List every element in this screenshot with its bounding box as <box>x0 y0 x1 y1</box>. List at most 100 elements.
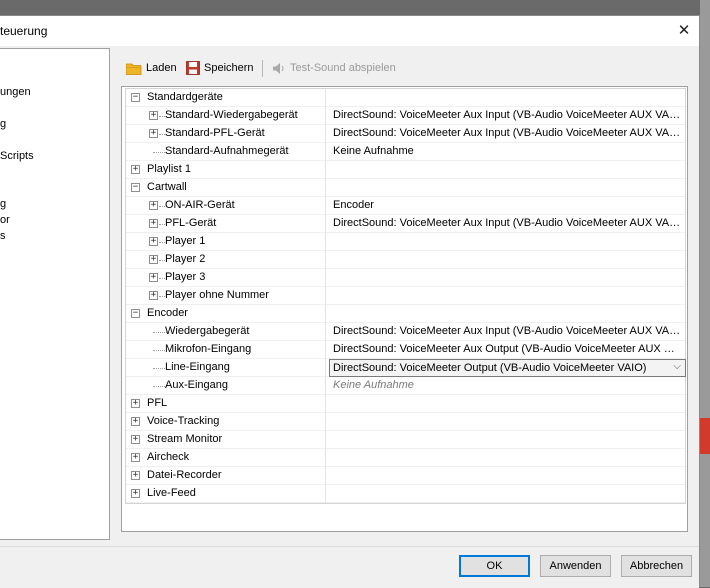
folder-icon <box>126 63 142 75</box>
tree-row-value[interactable]: DirectSound: VoiceMeeter Aux Input (VB-A… <box>333 109 681 121</box>
tree-row[interactable]: Wiedergabegerät DirectSound: VoiceMeeter … <box>126 323 685 341</box>
tree-row-label: Datei-Recorder <box>147 469 222 481</box>
expand-icon[interactable]: + <box>149 129 158 138</box>
tree-row-label: Playlist 1 <box>147 163 192 175</box>
tree-row-label: Player 1 <box>165 235 206 247</box>
tree-row[interactable]: + Player 2 <box>126 251 685 269</box>
column-divider <box>325 107 326 125</box>
tree-row-label: Player ohne Nummer <box>165 289 269 301</box>
expand-icon[interactable]: + <box>149 219 158 228</box>
tree-row-value[interactable]: DirectSound: VoiceMeeter Aux Input (VB-A… <box>333 325 681 337</box>
tree-row[interactable]: + Playlist 1 <box>126 161 685 179</box>
column-divider <box>325 359 326 377</box>
column-divider <box>325 467 326 485</box>
tree-row[interactable]: + Standard-Wiedergabegerät DirectSound: Vo… <box>126 107 685 125</box>
sidebar-item-6[interactable]: s <box>0 230 6 242</box>
column-divider <box>325 341 326 359</box>
tree-row-value[interactable]: DirectSound: VoiceMeeter Aux Input (VB-A… <box>333 217 681 229</box>
expand-icon[interactable]: + <box>149 291 158 300</box>
device-select[interactable]: DirectSound: VoiceMeeter Output (VB-Audi… <box>329 359 686 377</box>
tree-row[interactable]: + Player ohne Nummer <box>126 287 685 305</box>
sidebar-item-2[interactable]: g <box>0 118 6 130</box>
column-divider <box>325 125 326 143</box>
tree-row-label: Player 2 <box>165 253 206 265</box>
expand-icon[interactable]: + <box>131 471 140 480</box>
floppy-disk-icon <box>186 61 200 75</box>
column-divider <box>325 233 326 251</box>
tree-row[interactable]: Aux-Eingang Keine Aufnahme <box>126 377 685 395</box>
tree-row[interactable]: − Standardgeräte <box>126 89 685 107</box>
tree-row-label: Live-Feed <box>147 487 196 499</box>
device-select-value: DirectSound: VoiceMeeter Output (VB-Audi… <box>333 362 647 374</box>
apply-button[interactable]: Anwenden <box>540 555 611 577</box>
tree-row[interactable]: + Live-Feed <box>126 485 685 503</box>
tree-row-label: Standardgeräte <box>147 91 223 103</box>
collapse-icon[interactable]: − <box>131 93 140 102</box>
test-sound-button[interactable]: Test-Sound abspielen <box>272 58 396 78</box>
column-divider <box>325 161 326 179</box>
sidebar-item-5[interactable]: or <box>0 214 10 226</box>
tree-row-label: PFL <box>147 397 168 409</box>
collapse-icon[interactable]: − <box>131 183 140 192</box>
dialog-button-bar: OK Anwenden Abbrechen <box>0 546 699 588</box>
tree-row-value[interactable]: DirectSound: VoiceMeeter Aux Output (VB-… <box>333 343 681 355</box>
column-divider <box>325 413 326 431</box>
tree-row[interactable]: − Cartwall <box>126 179 685 197</box>
close-icon[interactable]: ✕ <box>673 20 695 42</box>
expand-icon[interactable]: + <box>131 489 140 498</box>
tree-row-value[interactable]: Encoder <box>333 199 681 211</box>
window-title: teuerung <box>0 24 48 38</box>
load-button[interactable]: Laden <box>126 58 177 78</box>
tree-row-label: Standard-Wiedergabegerät <box>165 109 298 121</box>
tree-row[interactable]: + PFL <box>126 395 685 413</box>
expand-icon[interactable]: + <box>131 435 140 444</box>
tree-row[interactable]: Mikrofon-Eingang DirectSound: VoiceMeeter… <box>126 341 685 359</box>
tree-row-label: ON-AIR-Gerät <box>165 199 235 211</box>
tree-row-label: Standard-PFL-Gerät <box>165 127 265 139</box>
sidebar-item-1[interactable]: ungen <box>0 86 31 98</box>
tree-row[interactable]: + Aircheck <box>126 449 685 467</box>
tree-row[interactable]: + ON-AIR-Gerät Encoder <box>126 197 685 215</box>
tree-row[interactable]: + Standard-PFL-Gerät DirectSound: VoiceMee… <box>126 125 685 143</box>
save-button[interactable]: Speichern <box>186 58 254 78</box>
expand-icon[interactable]: + <box>131 165 140 174</box>
expand-icon[interactable]: + <box>149 273 158 282</box>
tree-row-label: Mikrofon-Eingang <box>165 343 252 355</box>
property-tree: − Standardgeräte + Standard-Wiedergabegerät… <box>125 88 686 504</box>
column-divider <box>325 179 326 197</box>
tree-row[interactable]: + Datei-Recorder <box>126 467 685 485</box>
column-divider <box>325 197 326 215</box>
cancel-button[interactable]: Abbrechen <box>621 555 692 577</box>
tree-row[interactable]: + Stream Monitor <box>126 431 685 449</box>
expand-icon[interactable]: + <box>149 255 158 264</box>
sidebar-item-3[interactable]: Scripts <box>0 150 34 162</box>
tree-row-value[interactable]: Keine Aufnahme <box>333 379 681 391</box>
expand-icon[interactable]: + <box>149 237 158 246</box>
tree-row[interactable]: + Player 3 <box>126 269 685 287</box>
load-label: Laden <box>146 62 177 74</box>
toolbar-separator <box>262 60 263 77</box>
tree-row[interactable]: Line-Eingang DirectSound: VoiceMeeter Out… <box>126 359 686 377</box>
tree-row-value[interactable]: DirectSound: VoiceMeeter Aux Input (VB-A… <box>333 127 681 139</box>
collapse-icon[interactable]: − <box>131 309 140 318</box>
settings-sidebar: ungen g Scripts g or s <box>0 48 110 540</box>
tree-row-value[interactable]: Keine Aufnahme <box>333 145 681 157</box>
column-divider <box>325 215 326 233</box>
tree-row-label: Line-Eingang <box>165 361 230 373</box>
tree-row-label: PFL-Gerät <box>165 217 217 229</box>
tree-row[interactable]: Standard-Aufnahmegerät Keine Aufnahme <box>126 143 685 161</box>
settings-dialog: teuerung ✕ ungen g Scripts g or s Laden <box>0 15 700 588</box>
expand-icon[interactable]: + <box>131 417 140 426</box>
expand-icon[interactable]: + <box>149 111 158 120</box>
sidebar-item-4[interactable]: g <box>0 198 6 210</box>
chevron-down-icon[interactable]: ⌵ <box>673 361 681 372</box>
tree-row[interactable]: + PFL-Gerät DirectSound: VoiceMeeter Aux I… <box>126 215 685 233</box>
ok-button[interactable]: OK <box>459 555 530 577</box>
tree-row[interactable]: + Voice-Tracking <box>126 413 685 431</box>
column-divider <box>325 377 326 395</box>
expand-icon[interactable]: + <box>149 201 158 210</box>
expand-icon[interactable]: + <box>131 399 140 408</box>
tree-row[interactable]: + Player 1 <box>126 233 685 251</box>
tree-row[interactable]: − Encoder <box>126 305 685 323</box>
expand-icon[interactable]: + <box>131 453 140 462</box>
